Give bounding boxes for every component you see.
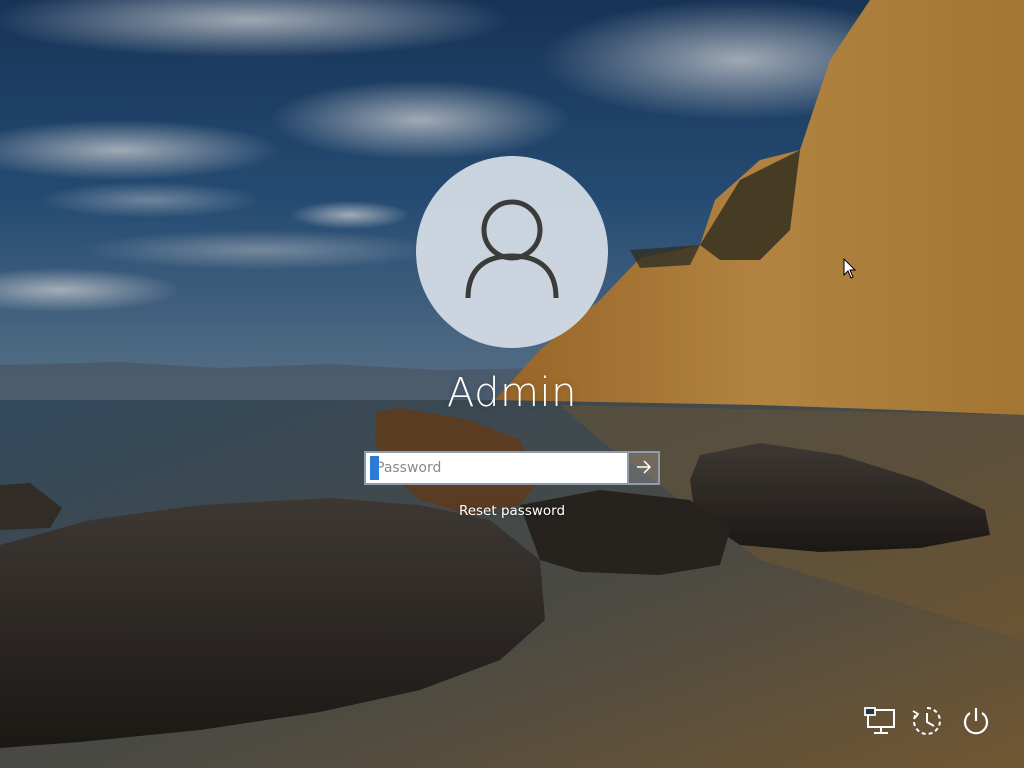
user-silhouette-icon: [462, 198, 562, 306]
password-input[interactable]: [364, 451, 627, 485]
submit-button[interactable]: [627, 451, 660, 485]
ease-of-access-icon: [911, 705, 943, 741]
power-button[interactable]: [956, 703, 996, 743]
login-panel: Admin Reset password: [0, 0, 1024, 768]
mouse-cursor: [843, 258, 857, 279]
ease-of-access-button[interactable]: [907, 703, 947, 743]
power-icon: [961, 706, 991, 740]
reset-password-link[interactable]: Reset password: [412, 503, 612, 519]
user-avatar: [416, 156, 608, 348]
network-button[interactable]: [860, 703, 900, 743]
text-caret: [370, 456, 379, 480]
lock-screen: Admin Reset password: [0, 0, 1024, 768]
network-icon: [864, 707, 896, 739]
user-name: Admin: [447, 370, 577, 416]
password-box: [364, 451, 660, 485]
arrow-right-icon: [636, 459, 652, 478]
